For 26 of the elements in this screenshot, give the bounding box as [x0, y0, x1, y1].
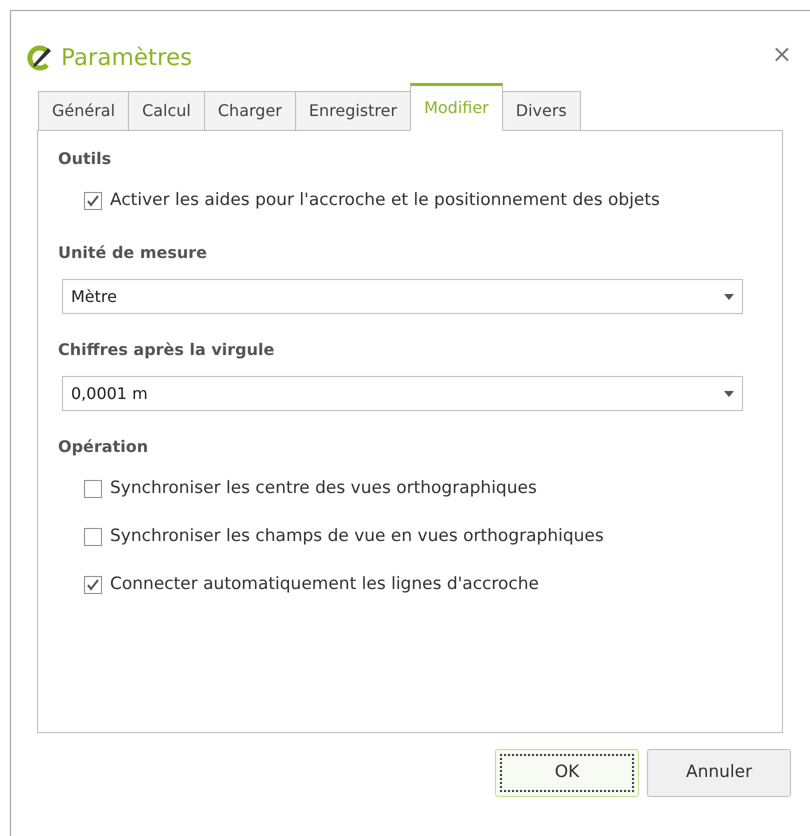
section-heading: Outils [58, 148, 112, 170]
tab[interactable]: Calcul [128, 91, 205, 131]
checkbox[interactable] [84, 528, 102, 546]
checkbox-label: Synchroniser les centre des vues orthographiques [110, 477, 537, 500]
tab[interactable]: Divers [502, 91, 581, 131]
dropdown-arrow-icon [724, 294, 734, 300]
window-title: Paramètres [61, 44, 192, 73]
tab[interactable]: Enregistrer [294, 91, 412, 131]
dropdown-arrow-icon [724, 390, 734, 396]
cancel-button[interactable]: Annuler [647, 749, 791, 797]
checkbox[interactable] [84, 192, 102, 210]
checkbox-label: Activer les aides pour l'accroche et le positionnement des objets [110, 189, 660, 212]
close-button[interactable]: × [766, 41, 798, 67]
checkbox-label: Synchroniser les champs de vue en vues orthographiques [110, 525, 604, 548]
checkbox[interactable] [84, 576, 102, 594]
checkbox[interactable] [84, 480, 102, 498]
section-heading: Chiffres après la virgule [58, 339, 276, 361]
checkbox-label: Connecter automatiquement les lignes d'accroche [110, 573, 540, 596]
dropdown[interactable]: 0,0001 m [62, 376, 743, 411]
ok-button[interactable]: OK [495, 749, 639, 797]
section-heading: Unité de mesure [58, 242, 208, 264]
section-heading: Opération [58, 436, 150, 458]
dropdown[interactable]: Mètre [62, 279, 743, 314]
tab[interactable]: Général [38, 91, 130, 131]
app-logo-icon [25, 44, 53, 72]
tab[interactable]: Charger [204, 91, 296, 131]
